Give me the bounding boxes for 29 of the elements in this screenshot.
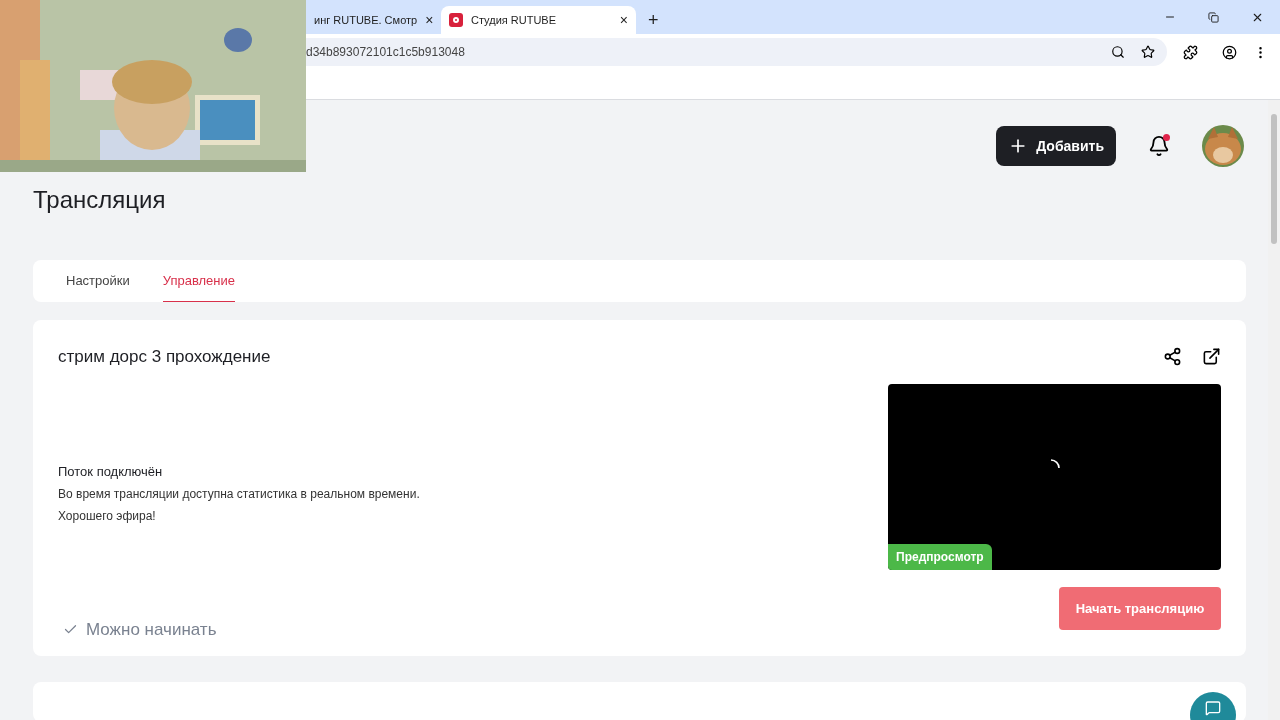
restore-icon[interactable] [1208,11,1219,23]
tab-title: инг RUTUBE. Смотр [314,12,418,28]
address-bar[interactable]: d34b893072101c1c5b913048 [306,38,1167,66]
tab-close-button[interactable]: × [425,9,434,31]
ready-status: Можно начинать [86,619,217,641]
share-icon[interactable] [1163,347,1182,366]
url-text: d34b893072101c1c5b913048 [306,44,465,61]
browser-tab[interactable]: инг RUTUBE. Смотр × [306,6,441,34]
new-tab-button[interactable]: + [636,6,671,34]
zoom-icon[interactable] [1111,45,1125,59]
extensions-icon[interactable] [1183,44,1198,60]
bookmark-icon[interactable] [1141,45,1155,59]
tab[interactable]: Управление [162,260,236,302]
add-button[interactable]: Добавить [996,126,1116,166]
tab-close-button[interactable]: × [619,9,628,31]
profile-icon[interactable] [1222,44,1237,60]
chat-icon [1205,700,1221,716]
status-text: Во время трансляции доступна статистика в реальном времени. [58,486,421,503]
external-link-icon[interactable] [1202,347,1221,366]
browser-tab[interactable]: Студия RUTUBE × [441,6,636,34]
studio-logo-icon [449,13,463,27]
status-text: Хорошего эфира! [58,508,157,525]
page-title: Трансляция [33,185,167,215]
status-title: Поток подключён [58,462,164,481]
preview-badge: Предпросмотр [888,544,992,570]
tab-title: Студия RUTUBE [471,12,558,28]
tab[interactable]: Настройки [66,260,130,302]
stream-title: стрим дорс 3 прохождение [58,346,272,368]
loading-spinner-icon [1048,458,1061,470]
